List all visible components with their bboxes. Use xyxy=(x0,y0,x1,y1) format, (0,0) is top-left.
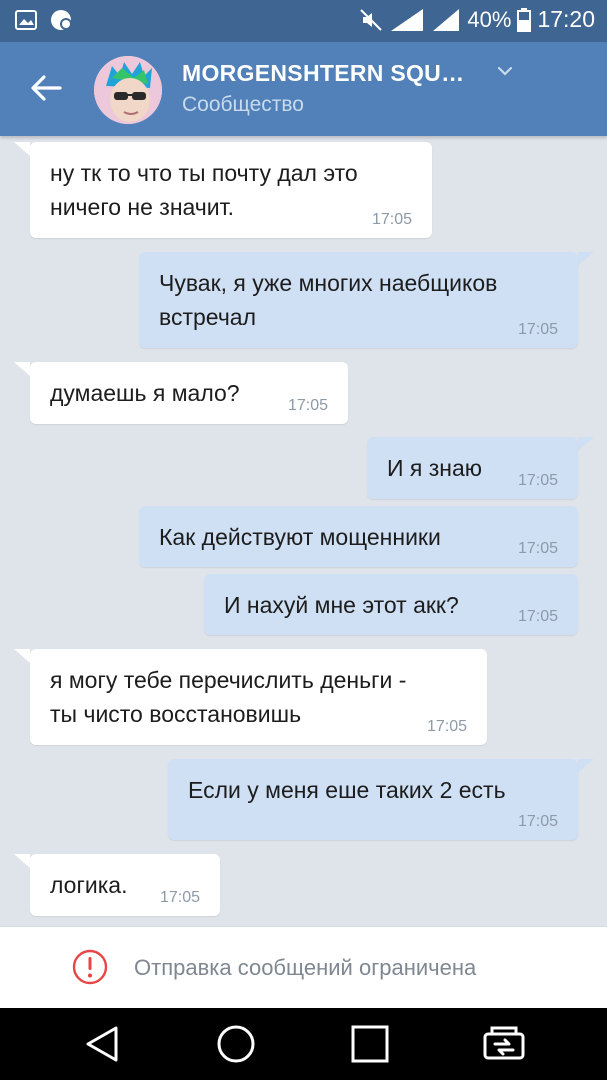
back-button[interactable] xyxy=(26,70,66,106)
network-badge: 4G+ xyxy=(393,5,411,16)
signal-icon: 4G+ xyxy=(389,5,425,33)
recents-nav-icon[interactable] xyxy=(348,1022,392,1066)
message-text: Как действуют мощенники xyxy=(159,524,441,550)
message-text: ты чисто восстановишь xyxy=(50,701,302,727)
bubble-tail xyxy=(578,437,594,451)
bubble-tail xyxy=(14,362,30,376)
bubble-tail xyxy=(578,252,594,266)
message-time: 17:05 xyxy=(287,397,328,414)
message-time: 17:05 xyxy=(517,608,558,625)
message-time: 17:05 xyxy=(159,889,200,906)
message-text: я могу тебе перечислить деньги - xyxy=(50,667,407,693)
message-text: Чувак, я уже многих наебщиков xyxy=(159,270,498,296)
message-time: 17:05 xyxy=(517,540,558,557)
community-avatar-icon xyxy=(94,56,162,124)
message-time: 17:05 xyxy=(517,813,558,830)
back-nav-icon[interactable] xyxy=(80,1022,124,1066)
bubble-tail xyxy=(578,759,594,773)
restriction-bar: Отправка сообщений ограничена xyxy=(0,926,607,1008)
status-bar: 4G+ 40% 17:20 xyxy=(0,0,607,42)
switch-app-icon[interactable] xyxy=(482,1022,526,1066)
message-outgoing[interactable]: И я знаю 17:05 xyxy=(367,437,578,499)
message-outgoing[interactable]: Если у меня еше таких 2 есть 17:05 xyxy=(168,759,578,840)
message-outgoing[interactable]: Как действуют мощенники 17:05 xyxy=(139,506,578,567)
message-incoming[interactable]: я могу тебе перечислить деньги - ты чист… xyxy=(30,649,487,745)
home-nav-icon[interactable] xyxy=(214,1022,258,1066)
message-text: встречал xyxy=(159,304,257,330)
message-text: думаешь я мало? xyxy=(50,380,240,406)
message-list[interactable]: ну тк то что ты почту дал это ничего не … xyxy=(0,136,607,926)
bubble-tail xyxy=(14,142,30,156)
avatar[interactable] xyxy=(94,56,162,124)
message-time: 17:05 xyxy=(517,472,558,489)
chat-subtitle: Сообщество xyxy=(182,93,304,116)
message-incoming[interactable]: логика. 17:05 xyxy=(30,854,220,916)
chat-header: MORGENSHTERN SQU… Сообщество xyxy=(0,42,607,136)
message-incoming[interactable]: ну тк то что ты почту дал это ничего не … xyxy=(30,142,432,238)
gallery-icon xyxy=(14,8,38,32)
message-text: ничего не значит. xyxy=(50,194,235,220)
mute-icon xyxy=(359,8,383,32)
battery-icon xyxy=(517,7,532,32)
message-text: ну тк то что ты почту дал это xyxy=(50,160,358,186)
chat-title[interactable]: MORGENSHTERN SQU… xyxy=(182,60,464,87)
chevron-down-icon[interactable] xyxy=(496,64,514,78)
message-outgoing[interactable]: Чувак, я уже многих наебщиков встречал 1… xyxy=(139,252,578,348)
signal-icon-2 xyxy=(431,7,461,33)
message-incoming[interactable]: думаешь я мало? 17:05 xyxy=(30,362,348,424)
arrow-left-icon xyxy=(31,75,62,101)
message-time: 17:05 xyxy=(371,211,412,228)
vk-notification-icon xyxy=(50,8,74,32)
message-text: Если у меня еше таких 2 есть xyxy=(188,777,506,803)
bubble-tail xyxy=(14,649,30,663)
restriction-text: Отправка сообщений ограничена xyxy=(134,955,477,980)
message-outgoing[interactable]: И нахуй мне этот акк? 17:05 xyxy=(204,574,578,635)
warning-circle-icon xyxy=(72,949,108,985)
clock: 17:20 xyxy=(537,6,595,32)
message-text: И нахуй мне этот акк? xyxy=(224,592,459,618)
battery-percent: 40% xyxy=(467,6,512,32)
message-time: 17:05 xyxy=(517,321,558,338)
system-navbar xyxy=(0,1008,607,1080)
bubble-tail xyxy=(14,854,30,868)
message-time: 17:05 xyxy=(426,718,467,735)
